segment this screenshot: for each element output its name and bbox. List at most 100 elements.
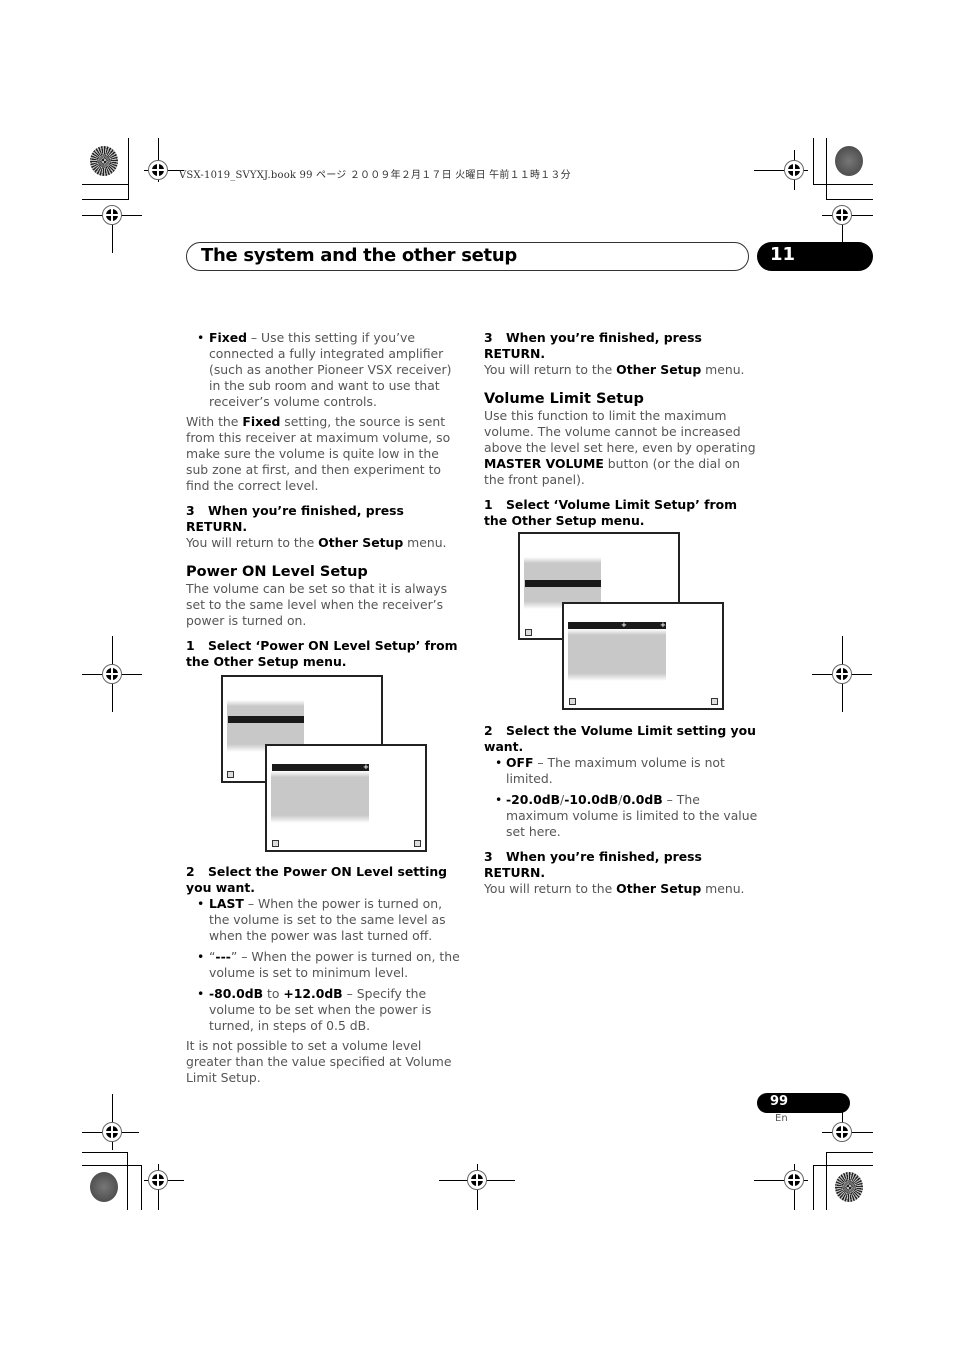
other-setup-term: Other Setup (318, 535, 404, 550)
step-3-body: You will return to the Other Setup menu. (186, 535, 464, 551)
minimum-option-bullet: “---” – When the power is turned on, the… (186, 949, 464, 981)
step-text: When you’re finished, press RETURN. (186, 503, 404, 534)
step-number: 1 (484, 497, 493, 512)
print-file-meta: VSX-1019_SVYXJ.book 99 ページ ２００９年２月１７日 火曜… (179, 170, 571, 181)
range-option-bullet: -80.0dB to +12.0dB – Specify the volume … (186, 986, 464, 1034)
step-text: Select ‘Power ON Level Setup’ from the O… (186, 638, 458, 669)
step-text: Select the Power ON Level setting you wa… (186, 864, 448, 895)
osd-enter-icon (711, 698, 718, 705)
crop-line (813, 184, 873, 185)
left-column-lower: 2 Select the Power ON Level setting you w… (186, 864, 464, 1086)
step-3-pre: You will return to the (484, 362, 617, 377)
osd-enter-icon (414, 840, 421, 847)
step-text: Select the Volume Limit setting you want… (484, 723, 756, 754)
crop-line (128, 138, 129, 200)
fixed-note: With the Fixed setting, the source is se… (186, 414, 464, 494)
osd-highlight-bar (228, 716, 304, 723)
option-description: – The maximum volume is not limited. (506, 755, 725, 786)
osd-adjust-icon: + (363, 763, 369, 771)
step-text: When you’re finished, press RETURN. (484, 849, 702, 880)
right-column: 3 When you’re finished, press RETURN. You… (484, 330, 756, 529)
option-description: – When the power is turned on, the volum… (209, 896, 446, 943)
step-text: Select ‘Volume Limit Setup’ from the Oth… (484, 497, 738, 528)
fixed-note-term: Fixed (242, 414, 281, 429)
color-calibration-disc-icon (835, 146, 863, 176)
option-term: -20.0dB (506, 792, 561, 807)
crop-line (813, 138, 814, 184)
limit-values-option-bullet: -20.0dB/-10.0dB/0.0dB – The maximum volu… (484, 792, 764, 840)
crop-line (127, 1152, 128, 1210)
left-column: Fixed – Use this setting if you’ve conne… (186, 330, 464, 670)
other-setup-term: Other Setup (616, 881, 702, 896)
master-volume-term: MASTER VOLUME (484, 456, 604, 471)
volume-limit-step-1: 1 Select ‘Volume Limit Setup’ from the Ot… (484, 497, 756, 529)
step-number: 1 (186, 638, 195, 653)
fixed-note-pre: With the (186, 414, 243, 429)
chapter-title-bar: The system and the other setup (186, 242, 749, 271)
volume-limit-step-2: 2 Select the Volume Limit setting you wan… (484, 723, 764, 755)
step-3-heading: 3 When you’re finished, press RETURN. (186, 503, 464, 535)
step-number: 2 (186, 864, 195, 879)
page-language: En (775, 1113, 788, 1124)
option-connector: to (263, 986, 284, 1001)
osd-power-on-level-screen: + (265, 744, 427, 852)
osd-highlight-bar (568, 622, 666, 629)
crop-line (826, 138, 827, 200)
step-text: When you’re finished, press RETURN. (484, 330, 702, 361)
crop-line (141, 1165, 142, 1210)
volume-limit-intro: Use this function to limit the maximum v… (484, 408, 756, 488)
step-number: 3 (484, 330, 493, 345)
osd-return-icon (525, 629, 532, 636)
volume-limit-step-3: 3 When you’re finished, press RETURN. (484, 849, 764, 881)
crop-line (826, 199, 873, 200)
osd-setting-list (271, 771, 369, 823)
power-on-level-heading: Power ON Level Setup (186, 564, 368, 580)
step-3-heading: 3 When you’re finished, press RETURN. (484, 330, 756, 362)
step-number: 3 (484, 849, 493, 864)
step-3-pre: You will return to the (186, 535, 319, 550)
crop-line (826, 1152, 827, 1210)
fixed-bullet: Fixed – Use this setting if you’ve conne… (186, 330, 464, 410)
intro-pre: Use this function to limit the maximum v… (484, 408, 756, 455)
step-3-pre: You will return to the (484, 881, 617, 896)
fixed-term: Fixed (209, 330, 247, 345)
power-on-note: It is not possible to set a volume level… (186, 1038, 452, 1085)
off-option-bullet: OFF – The maximum volume is not limited. (484, 755, 764, 787)
osd-setting-list (568, 629, 666, 681)
option-term: +12.0dB (283, 986, 343, 1001)
right-column-lower: 2 Select the Volume Limit setting you wan… (484, 723, 764, 897)
crop-line (842, 1103, 843, 1121)
osd-highlight-bar (272, 764, 369, 771)
power-on-step-1: 1 Select ‘Power ON Level Setup’ from the … (186, 638, 464, 670)
last-option-bullet: LAST – When the power is turned on, the … (186, 896, 464, 944)
chapter-number-badge: 11 (757, 242, 873, 271)
other-setup-term: Other Setup (616, 362, 702, 377)
crop-line (826, 1152, 873, 1153)
option-term: 0.0dB (622, 792, 663, 807)
option-term: --- (215, 949, 231, 964)
osd-return-icon (272, 840, 279, 847)
step-3-body: You will return to the Other Setup menu. (484, 362, 756, 378)
osd-adjust-icon: + (621, 621, 627, 629)
step-3-post: menu. (403, 535, 447, 550)
osd-highlight-bar (525, 580, 601, 587)
volume-limit-step-3-body: You will return to the Other Setup menu. (484, 881, 764, 897)
step-3-post: menu. (701, 362, 745, 377)
option-term: OFF (506, 755, 534, 770)
option-term: -80.0dB (209, 986, 264, 1001)
color-calibration-disc-icon (90, 1172, 118, 1202)
option-term: LAST (209, 896, 244, 911)
step-number: 3 (186, 503, 195, 518)
osd-adjust-icon: + (660, 621, 666, 629)
crop-line (82, 1152, 128, 1153)
option-description: ” – When the power is turned on, the vol… (209, 949, 460, 980)
option-term: -10.0dB (564, 792, 619, 807)
crop-line (813, 1165, 873, 1166)
color-calibration-starburst-icon (835, 1172, 863, 1202)
chapter-title: The system and the other setup (201, 245, 517, 266)
page-number: 99 (770, 1094, 789, 1109)
page-number-badge: 99 (757, 1093, 850, 1113)
step-number: 2 (484, 723, 493, 738)
chapter-number: 11 (770, 244, 796, 265)
color-calibration-starburst-icon (90, 146, 118, 176)
